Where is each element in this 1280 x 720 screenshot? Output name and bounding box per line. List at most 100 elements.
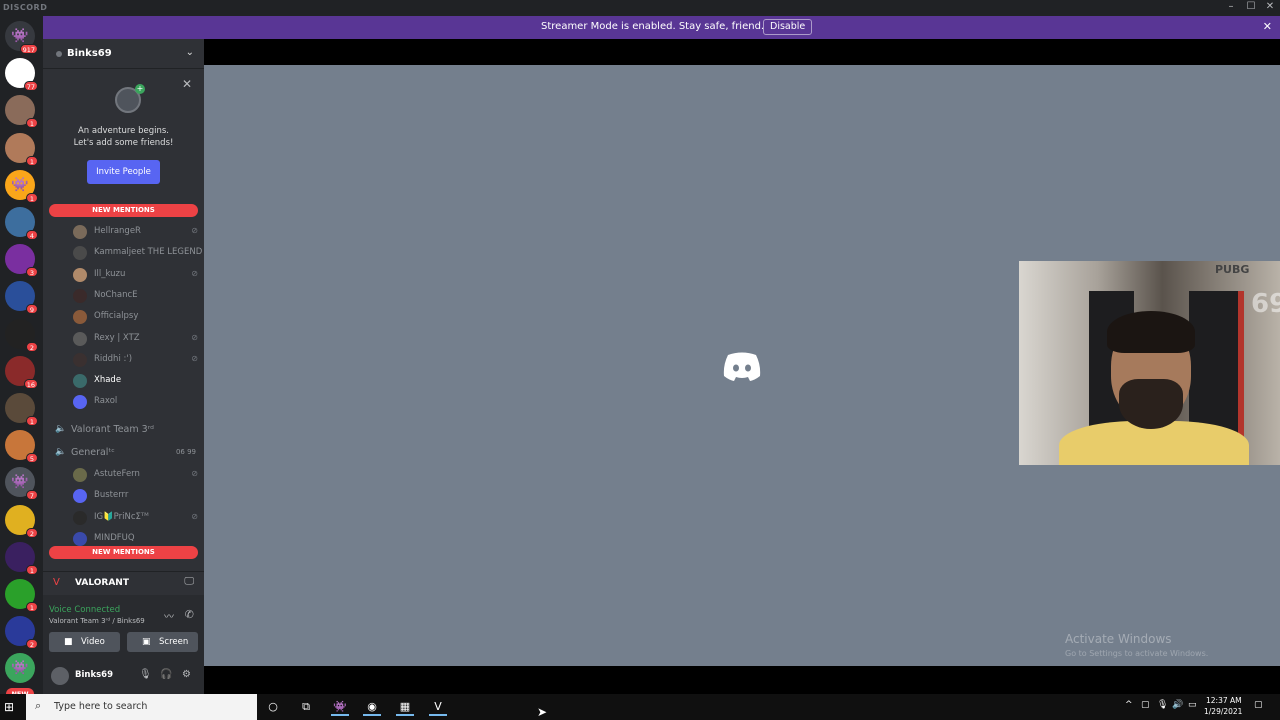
muted-icon: ⊘ <box>191 226 198 235</box>
voice-channel-general[interactable]: 🔈 Generalᵗᶜ 06 99 <box>55 444 198 462</box>
webcam-poster-text: PUBG <box>1215 263 1250 276</box>
voice-member[interactable]: Raxol <box>73 393 198 411</box>
server-icon[interactable]: 2 <box>5 616 38 650</box>
discord-logo-icon <box>723 352 761 381</box>
server-icon[interactable]: 5 <box>5 430 38 464</box>
server-icon[interactable]: 16 <box>5 355 38 389</box>
headphones-icon[interactable]: 🎧 <box>160 669 172 680</box>
server-icon[interactable]: 👾 7 <box>5 467 38 501</box>
notifications-icon[interactable]: ▢ <box>1254 700 1263 710</box>
tray-chevron-icon[interactable]: ^ <box>1125 700 1133 710</box>
server-icon[interactable]: 1 <box>5 95 38 129</box>
member-name: MINDFUQ <box>94 532 135 543</box>
voice-channel-valorant[interactable]: 🔈 Valorant Team 3ʳᵈ <box>55 421 198 439</box>
voice-member[interactable]: AstuteFern ⊘ <box>73 466 198 484</box>
server-icon[interactable]: 1 <box>5 541 38 575</box>
server-icon[interactable]: 9 <box>5 281 38 315</box>
voice-member[interactable]: NoChancE <box>73 287 198 305</box>
taskbar-date[interactable]: 1/29/2021 <box>1204 707 1242 716</box>
server-icon[interactable]: 1 <box>5 393 38 426</box>
guild-header[interactable]: Binks69 ⌄ <box>43 39 204 69</box>
valorant-taskbar-icon[interactable]: V <box>429 698 447 716</box>
voice-connected-channel[interactable]: Valorant Team 3ʳᵈ / Binks69 <box>49 617 145 625</box>
minimize-button[interactable]: – <box>1222 1 1240 12</box>
video-button[interactable]: ■ Video <box>49 632 120 652</box>
mention-badge: 2 <box>26 341 38 352</box>
new-mentions-pill[interactable]: NEW MENTIONS <box>49 204 198 217</box>
server-icon[interactable]: 1 <box>5 132 38 166</box>
server-icon[interactable]: 3 <box>5 244 38 278</box>
server-icon[interactable]: ☻ 77 <box>5 58 38 92</box>
voice-channel-name: Generalᵗᶜ <box>71 447 115 458</box>
server-icon[interactable]: 4 <box>5 207 38 240</box>
avatar <box>73 246 87 261</box>
voice-member[interactable]: Rexy | XTZ ⊘ <box>73 330 198 348</box>
avatar <box>73 510 87 525</box>
invite-people-button[interactable]: Invite People <box>87 160 160 184</box>
volume-icon[interactable]: 🔊 <box>1172 700 1183 710</box>
avatar <box>73 489 87 504</box>
server-icon[interactable]: 👾 1 <box>5 169 38 203</box>
voice-member[interactable]: Kammaljeet THE LEGEND <box>73 244 202 262</box>
server-icon[interactable]: 2 <box>5 504 38 538</box>
voice-connected-status[interactable]: Voice Connected <box>49 605 120 615</box>
network-icon[interactable]: ▭ <box>1188 700 1197 710</box>
taskbar-time[interactable]: 12:37 AM <box>1206 696 1242 705</box>
member-name: Kammaljeet THE LEGEND <box>94 247 203 258</box>
mention-badge: 1 <box>26 564 38 575</box>
voice-member[interactable]: Busterrr <box>73 487 198 505</box>
voice-member[interactable]: Xhade <box>73 372 198 390</box>
app-taskbar-icon[interactable]: ▦ <box>396 698 414 716</box>
voice-member[interactable]: Officialpsy <box>73 308 198 326</box>
cortana-icon[interactable]: ○ <box>264 698 282 716</box>
streamer-mode-message: Streamer Mode is enabled. Stay safe, fri… <box>541 21 765 32</box>
chevron-down-icon[interactable]: ⌄ <box>186 47 194 58</box>
server-icon[interactable]: 2 <box>5 318 38 352</box>
gear-icon[interactable]: ⚙ <box>182 669 191 680</box>
member-name: Ill_kuzu <box>94 268 126 279</box>
voice-member[interactable]: HellrangeR ⊘ <box>73 223 198 241</box>
disconnect-icon[interactable]: ✆ <box>185 608 194 621</box>
server-icon[interactable]: 👾 <box>5 653 35 684</box>
voice-member[interactable]: Riddhi :') ⊘ <box>73 351 198 369</box>
screen-button[interactable]: ▣ Screen <box>127 632 198 652</box>
avatar[interactable] <box>51 667 69 685</box>
mention-badge: 2 <box>26 527 38 538</box>
discord-taskbar-icon[interactable]: 👾 <box>331 698 349 716</box>
voice-member[interactable]: IG🔰PriNcƩᵀᴹ ⊘ <box>73 509 198 527</box>
chrome-taskbar-icon[interactable]: ◉ <box>363 698 381 716</box>
tray-mic-icon[interactable]: 🎙 <box>1157 700 1168 710</box>
plus-icon: + <box>135 84 145 94</box>
screen-label: Screen <box>159 637 189 647</box>
channel-sidebar: Binks69 ⌄ ✕ + An adventure begins. Let's… <box>43 39 204 694</box>
tray-app-icon[interactable]: ▢ <box>1141 700 1150 710</box>
mention-badge: 16 <box>23 378 38 389</box>
top-bar <box>204 39 1280 65</box>
avatar <box>73 331 87 346</box>
mention-badge: 1 <box>26 192 38 203</box>
activate-windows-subtitle: Go to Settings to activate Windows. <box>1065 649 1209 658</box>
member-name: HellrangeR <box>94 226 141 236</box>
disable-streamer-mode-button[interactable]: Disable <box>763 19 813 35</box>
server-icon[interactable]: 👾 917 <box>5 21 38 54</box>
task-view-icon[interactable]: ⧉ <box>297 698 315 716</box>
speaker-icon: 🔈 <box>55 424 67 434</box>
stream-game-icon[interactable]: 🖵 <box>184 576 194 587</box>
mouse-cursor-icon: ➤ <box>537 705 548 719</box>
microphone-icon[interactable]: 🎙 <box>139 669 152 680</box>
noise-suppression-icon[interactable]: 〰 <box>164 608 174 623</box>
close-banner-icon[interactable]: ✕ <box>1263 20 1272 33</box>
member-name: Raxol <box>94 396 118 407</box>
server-icon[interactable]: 1 <box>5 579 38 612</box>
close-icon[interactable]: ✕ <box>182 77 192 91</box>
voice-member[interactable]: Ill_kuzu ⊘ <box>73 266 198 284</box>
close-window-button[interactable]: ✕ <box>1261 1 1279 12</box>
maximize-button[interactable]: ☐ <box>1242 1 1260 12</box>
taskbar-search[interactable]: ⌕ Type here to search <box>26 694 257 720</box>
new-mentions-pill-bottom[interactable]: NEW MENTIONS <box>49 546 198 559</box>
windows-start-icon[interactable]: ⊞ <box>4 700 14 714</box>
avatar <box>73 267 87 282</box>
mention-badge: 1 <box>26 602 38 612</box>
mention-badge: 7 <box>26 490 38 501</box>
avatar <box>73 225 87 239</box>
